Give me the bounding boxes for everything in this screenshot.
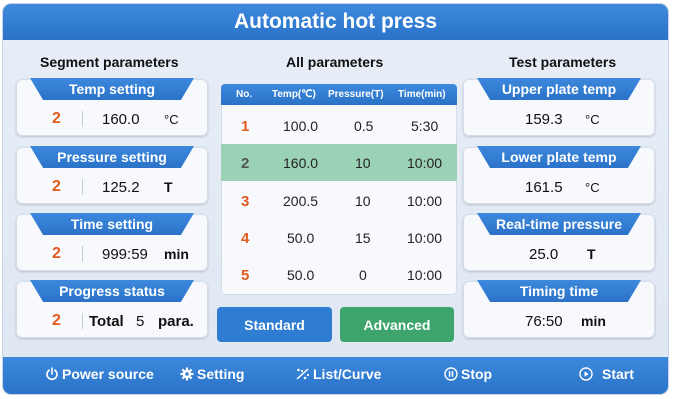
divider	[82, 246, 83, 262]
gear-icon	[180, 367, 194, 381]
table-row-selected[interactable]: 2 160.0 10 10:00	[221, 144, 457, 181]
real-time-pressure-unit: T	[587, 246, 596, 262]
real-time-pressure-card: Real-time pressure 25.0 T	[463, 213, 655, 271]
setting-button[interactable]: Setting	[180, 366, 244, 382]
time-setting-value[interactable]: 999:59	[102, 246, 148, 263]
table-header: No. Temp(℃) Pressure(T) Time(min)	[221, 84, 457, 105]
timing-time-label: Timing time	[477, 280, 641, 302]
play-icon	[579, 367, 593, 381]
table-row[interactable]: 5 50.0 0 10:00	[221, 256, 457, 293]
header-temp: Temp(℃)	[272, 89, 316, 100]
list-curve-button[interactable]: List/Curve	[296, 366, 381, 382]
pressure-setting-unit: T	[164, 179, 173, 195]
list-curve-label: List/Curve	[313, 366, 382, 382]
setting-label: Setting	[197, 366, 245, 382]
lower-plate-temp-label: Lower plate temp	[477, 146, 641, 168]
progress-status-card: Progress status 2 Total 5 para.	[16, 280, 208, 338]
lower-plate-temp-card: Lower plate temp 161.5 °C	[463, 146, 655, 204]
pressure-setting-segment: 2	[52, 178, 61, 195]
row-no: 1	[241, 118, 250, 135]
total-segments-value: 5	[136, 312, 145, 330]
progress-status-label: Progress status	[30, 280, 194, 302]
row-no: 5	[241, 267, 250, 284]
stop-button[interactable]: Stop	[444, 366, 492, 382]
time-setting-unit: min	[164, 246, 189, 262]
row-temp: 50.0	[287, 267, 315, 283]
timing-time-unit: min	[581, 313, 606, 329]
pause-icon	[444, 367, 458, 381]
row-pressure: 10	[355, 155, 371, 171]
upper-plate-temp-card: Upper plate temp 159.3 °C	[463, 78, 655, 136]
bottom-nav-bar: Power source Setting List/Curve Stop Sta…	[3, 357, 668, 394]
upper-plate-temp-label: Upper plate temp	[477, 78, 641, 100]
progress-status-segment: 2	[52, 312, 61, 329]
total-label: Total	[89, 312, 124, 330]
temp-setting-unit: °C	[164, 111, 179, 127]
row-time: 10:00	[407, 193, 443, 209]
start-label: Start	[602, 366, 634, 382]
table-row[interactable]: 4 50.0 15 10:00	[221, 219, 457, 256]
upper-plate-temp-value: 159.3	[525, 110, 563, 128]
app-window: Automatic hot press Segment parameters A…	[3, 4, 668, 394]
segments-unit: para.	[158, 312, 194, 330]
stop-label: Stop	[461, 366, 493, 382]
row-temp: 50.0	[287, 230, 315, 246]
title-bar: Automatic hot press	[3, 4, 668, 40]
row-temp: 200.5	[283, 193, 319, 209]
temp-setting-label: Temp setting	[30, 78, 194, 100]
time-setting-segment: 2	[52, 245, 61, 262]
divider	[82, 111, 83, 127]
divider	[82, 313, 83, 329]
time-setting-label: Time setting	[30, 213, 194, 235]
row-temp: 100.0	[283, 118, 319, 134]
row-pressure: 0.5	[354, 118, 374, 134]
upper-plate-temp-unit: °C	[585, 111, 600, 127]
row-time: 10:00	[407, 267, 443, 283]
parameters-table: No. Temp(℃) Pressure(T) Time(min) 1 100.…	[221, 84, 457, 295]
all-parameters-heading: All parameters	[286, 54, 384, 70]
segment-parameters-heading: Segment parameters	[40, 54, 179, 70]
lower-plate-temp-unit: °C	[585, 179, 600, 195]
pressure-setting-label: Pressure setting	[30, 146, 194, 168]
page-title: Automatic hot press	[233, 10, 438, 33]
power-icon	[46, 367, 58, 381]
row-time: 5:30	[411, 118, 439, 134]
pressure-setting-value[interactable]: 125.2	[102, 179, 140, 196]
start-button[interactable]: Start	[579, 366, 634, 382]
power-source-label: Power source	[62, 366, 154, 382]
advanced-button[interactable]: Advanced	[340, 307, 454, 342]
row-pressure: 0	[359, 267, 367, 283]
divider	[82, 179, 83, 195]
power-source-button[interactable]: Power source	[45, 366, 154, 382]
temp-setting-card[interactable]: Temp setting 2 160.0 °C	[16, 78, 208, 136]
table-row[interactable]: 3 200.5 10 10:00	[221, 182, 457, 219]
row-no: 3	[241, 193, 250, 210]
row-no: 2	[241, 155, 250, 172]
temp-setting-value[interactable]: 160.0	[102, 111, 140, 128]
header-pressure: Pressure(T)	[328, 89, 384, 100]
row-time: 10:00	[407, 230, 443, 246]
timing-time-value: 76:50	[525, 312, 563, 330]
row-pressure: 15	[355, 230, 371, 246]
lower-plate-temp-value: 161.5	[525, 178, 563, 196]
real-time-pressure-label: Real-time pressure	[477, 213, 641, 235]
row-time: 10:00	[407, 155, 443, 171]
real-time-pressure-value: 25.0	[529, 245, 559, 263]
row-no: 4	[241, 230, 250, 247]
header-no: No.	[236, 89, 253, 100]
pressure-setting-card[interactable]: Pressure setting 2 125.2 T	[16, 146, 208, 204]
temp-setting-segment: 2	[52, 110, 61, 127]
table-row[interactable]: 1 100.0 0.5 5:30	[221, 107, 457, 144]
standard-button[interactable]: Standard	[217, 307, 332, 342]
row-temp: 160.0	[283, 155, 319, 171]
time-setting-card[interactable]: Time setting 2 999:59 min	[16, 213, 208, 271]
row-pressure: 10	[355, 193, 371, 209]
header-time: Time(min)	[398, 89, 446, 100]
timing-time-card: Timing time 76:50 min	[463, 280, 655, 338]
list-curve-icon	[296, 368, 310, 380]
test-parameters-heading: Test parameters	[509, 54, 617, 70]
